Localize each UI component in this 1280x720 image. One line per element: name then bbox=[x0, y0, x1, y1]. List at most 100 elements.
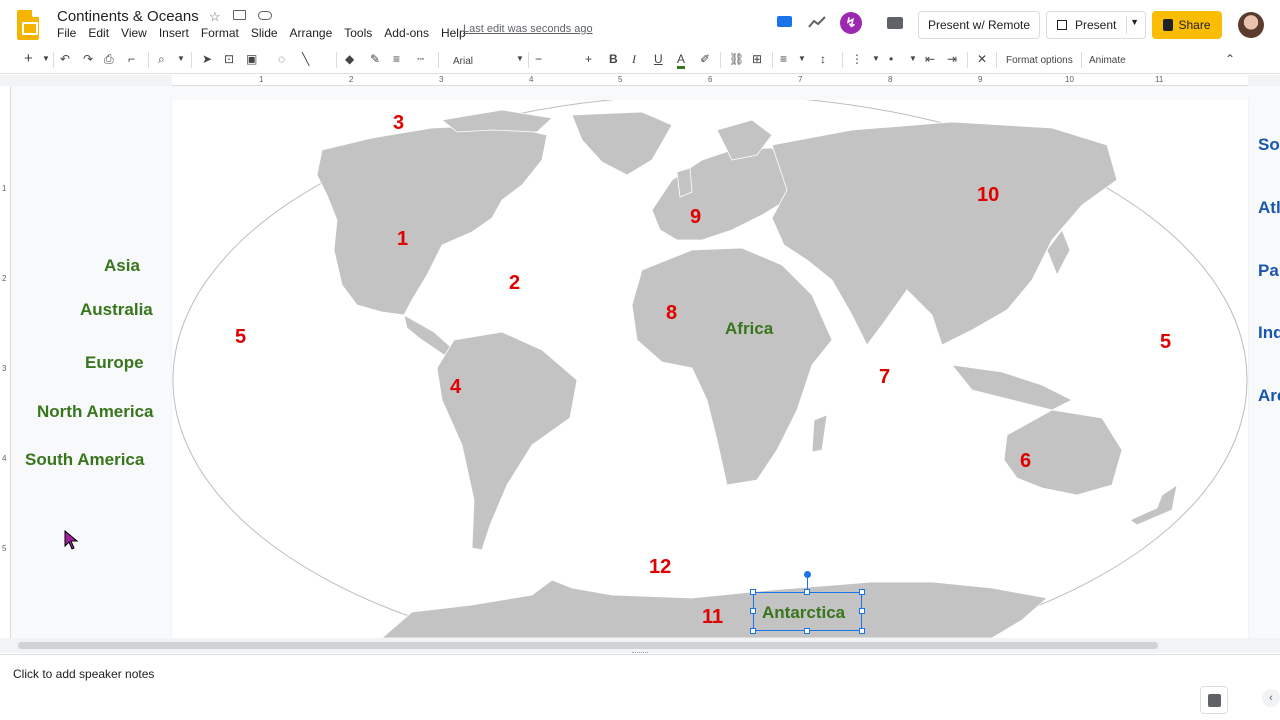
side-panel-toggle-icon[interactable]: ‹ bbox=[1262, 689, 1280, 707]
rotate-handle[interactable] bbox=[804, 571, 811, 578]
map-number-1[interactable]: 1 bbox=[397, 228, 408, 251]
map-number-11[interactable]: 11 bbox=[702, 606, 723, 629]
add-comment-icon[interactable]: ⊞ bbox=[752, 52, 762, 66]
zoom-icon[interactable]: ⌕ bbox=[158, 52, 165, 66]
print-icon[interactable]: ⎙ bbox=[104, 52, 114, 66]
animate-button[interactable]: Animate bbox=[1089, 54, 1126, 68]
menu-addons[interactable]: Add-ons bbox=[384, 26, 429, 40]
slides-logo-icon[interactable] bbox=[17, 10, 39, 40]
map-number-4[interactable]: 4 bbox=[450, 376, 461, 399]
paint-format-icon[interactable]: ⌐ bbox=[128, 52, 135, 66]
clear-formatting-icon[interactable]: ✕ bbox=[977, 52, 987, 66]
menu-file[interactable]: File bbox=[57, 26, 76, 40]
present-remote-button[interactable]: Present w/ Remote bbox=[918, 11, 1040, 39]
italic-icon[interactable]: I bbox=[632, 52, 636, 66]
redo-icon[interactable]: ↷ bbox=[83, 52, 93, 66]
map-number-8[interactable]: 8 bbox=[666, 302, 677, 325]
map-number-3[interactable]: 3 bbox=[393, 112, 404, 135]
image-icon[interactable]: ▣ bbox=[246, 52, 257, 66]
speaker-notes-placeholder[interactable]: Click to add speaker notes bbox=[13, 667, 154, 681]
resize-handle-tl[interactable] bbox=[750, 589, 756, 595]
zoom-dropdown-icon[interactable]: ▼ bbox=[177, 52, 185, 66]
continent-label-antarctica[interactable]: Antarctica bbox=[762, 603, 845, 623]
map-number-10[interactable]: 10 bbox=[977, 184, 999, 207]
map-number-9[interactable]: 9 bbox=[690, 206, 701, 229]
resize-handle-r[interactable] bbox=[859, 608, 865, 614]
continent-bank-europe[interactable]: Europe bbox=[85, 353, 144, 373]
menu-edit[interactable]: Edit bbox=[88, 26, 109, 40]
resize-handle-l[interactable] bbox=[750, 608, 756, 614]
star-icon[interactable]: ☆ bbox=[209, 9, 221, 25]
menu-view[interactable]: View bbox=[121, 26, 147, 40]
font-dropdown-icon[interactable]: ▼ bbox=[516, 52, 524, 66]
fill-color-icon[interactable]: ◆ bbox=[345, 52, 354, 66]
menu-insert[interactable]: Insert bbox=[159, 26, 189, 40]
numbered-list-icon[interactable]: ⋮ bbox=[851, 52, 863, 66]
bulleted-list-dropdown-icon[interactable]: ▼ bbox=[909, 52, 917, 66]
new-slide-icon[interactable]: + bbox=[24, 51, 33, 66]
border-color-icon[interactable]: ✎ bbox=[370, 52, 380, 66]
resize-handle-b[interactable] bbox=[804, 628, 810, 634]
resize-handle-bl[interactable] bbox=[750, 628, 756, 634]
map-number-6[interactable]: 6 bbox=[1020, 450, 1031, 473]
share-button[interactable]: Share bbox=[1152, 11, 1222, 39]
move-folder-icon[interactable] bbox=[233, 10, 246, 20]
ocean-bank-southern[interactable]: So bbox=[1258, 135, 1280, 155]
menu-arrange[interactable]: Arrange bbox=[290, 26, 333, 40]
explore-button[interactable] bbox=[1200, 686, 1228, 714]
resize-handle-tr[interactable] bbox=[859, 589, 865, 595]
font-select[interactable]: Arial bbox=[453, 55, 473, 69]
shape-icon[interactable]: ◌ bbox=[278, 52, 285, 66]
continent-label-africa[interactable]: Africa bbox=[725, 319, 773, 339]
menu-format[interactable]: Format bbox=[201, 26, 239, 40]
activity-icon[interactable] bbox=[808, 15, 826, 29]
menu-help[interactable]: Help bbox=[441, 26, 466, 40]
ocean-bank-arctic[interactable]: Arc bbox=[1258, 386, 1280, 406]
border-weight-icon[interactable]: ≡ bbox=[393, 52, 400, 66]
collapse-toolbar-icon[interactable]: ⌃ bbox=[1225, 52, 1235, 66]
cloud-status-icon[interactable] bbox=[258, 11, 272, 20]
numbered-list-dropdown-icon[interactable]: ▼ bbox=[872, 52, 880, 66]
increase-indent-icon[interactable]: ⇥ bbox=[947, 52, 957, 66]
addon-icon[interactable]: ↯ bbox=[840, 12, 862, 34]
map-number-5-right[interactable]: 5 bbox=[1160, 331, 1171, 354]
map-number-2[interactable]: 2 bbox=[509, 272, 520, 295]
present-dropdown-icon[interactable]: ▼ bbox=[1130, 17, 1139, 27]
continent-bank-australia[interactable]: Australia bbox=[80, 300, 153, 320]
align-icon[interactable]: ≡ bbox=[780, 52, 787, 66]
comments-icon[interactable] bbox=[887, 17, 903, 29]
continent-bank-south-america[interactable]: South America bbox=[25, 450, 144, 470]
menu-slide[interactable]: Slide bbox=[251, 26, 278, 40]
menu-tools[interactable]: Tools bbox=[344, 26, 372, 40]
ocean-bank-atlantic[interactable]: Atl bbox=[1258, 198, 1280, 218]
continent-bank-north-america[interactable]: North America bbox=[37, 402, 154, 422]
ocean-bank-indian[interactable]: Ind bbox=[1258, 323, 1280, 343]
undo-icon[interactable]: ↶ bbox=[60, 52, 70, 66]
new-slide-dropdown-icon[interactable]: ▼ bbox=[42, 52, 50, 66]
bold-icon[interactable]: B bbox=[609, 52, 618, 66]
continent-bank-asia[interactable]: Asia bbox=[104, 256, 140, 276]
border-dash-icon[interactable]: ┄ bbox=[417, 52, 424, 66]
map-number-12[interactable]: 12 bbox=[649, 556, 671, 579]
meet-icon[interactable] bbox=[777, 16, 792, 27]
last-edit-link[interactable]: Last edit was seconds ago bbox=[463, 23, 593, 35]
horizontal-scrollbar[interactable] bbox=[18, 642, 1158, 649]
highlight-icon[interactable]: ✐ bbox=[700, 52, 710, 66]
align-dropdown-icon[interactable]: ▼ bbox=[798, 52, 806, 66]
avatar[interactable] bbox=[1238, 12, 1264, 38]
select-icon[interactable]: ➤ bbox=[202, 52, 212, 66]
document-title[interactable]: Continents & Oceans bbox=[57, 8, 199, 25]
format-options-button[interactable]: Format options bbox=[1006, 54, 1073, 68]
link-icon[interactable]: ⛓ bbox=[729, 52, 744, 66]
decrease-indent-icon[interactable]: ⇤ bbox=[925, 52, 935, 66]
line-spacing-icon[interactable]: ↕ bbox=[820, 52, 826, 66]
ocean-bank-pacific[interactable]: Pa bbox=[1258, 261, 1279, 281]
map-number-5-left[interactable]: 5 bbox=[235, 326, 246, 349]
slide-canvas[interactable]: 3 1 2 5 4 8 Africa 9 10 7 5 6 12 11 Anta… bbox=[172, 100, 1248, 638]
resize-handle-t[interactable] bbox=[804, 589, 810, 595]
font-size-decrease-icon[interactable]: − bbox=[535, 52, 542, 66]
bulleted-list-icon[interactable]: • bbox=[889, 52, 893, 66]
present-button[interactable]: Present ▼ bbox=[1046, 11, 1146, 39]
speaker-notes[interactable]: Click to add speaker notes ‹ bbox=[0, 654, 1280, 720]
map-number-7[interactable]: 7 bbox=[879, 366, 890, 389]
